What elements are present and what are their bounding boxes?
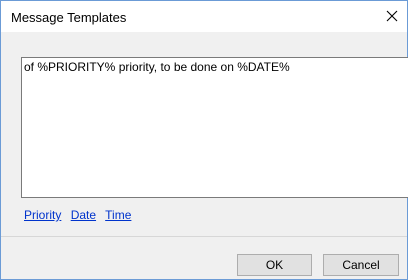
cancel-button[interactable]: Cancel [323, 254, 399, 276]
ok-button[interactable]: OK [237, 254, 312, 276]
link-priority[interactable]: Priority [24, 208, 61, 222]
window-title: Message Templates [11, 10, 127, 25]
link-time[interactable]: Time [105, 208, 131, 222]
button-area-divider [1, 236, 407, 237]
close-button[interactable] [377, 1, 407, 32]
close-icon [386, 10, 398, 22]
link-date[interactable]: Date [71, 208, 96, 222]
placeholder-links: Priority Date Time [24, 208, 137, 222]
message-templates-dialog: Message Templates of %PRIORITY% priority… [0, 0, 408, 280]
title-bar[interactable]: Message Templates [1, 1, 407, 32]
dialog-content: of %PRIORITY% priority, to be done on %D… [1, 32, 408, 236]
template-text-area[interactable]: of %PRIORITY% priority, to be done on %D… [21, 57, 408, 198]
